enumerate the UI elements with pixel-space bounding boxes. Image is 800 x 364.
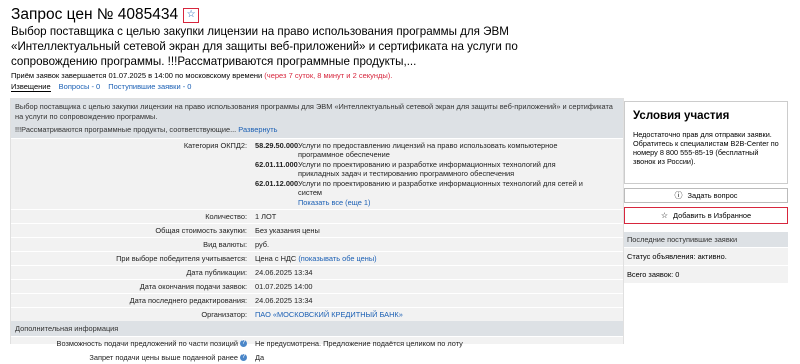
info-label: Дата окончания подачи заявок: — [139, 281, 247, 291]
ask-question-button[interactable]: ⓘ Задать вопрос — [624, 188, 788, 203]
okpd-label: Категория ОКПД2: — [183, 140, 247, 150]
info-row: Количество: 1 ЛОТ — [11, 208, 623, 223]
additional-value: Да — [255, 352, 265, 362]
ask-question-label: Задать вопрос — [687, 191, 738, 200]
info-row: Вид валюты: руб. — [11, 236, 623, 251]
additional-label: Возможность подачи предложений по части … — [56, 338, 238, 348]
title-row: Запрос цен № 4085434 ☆ — [11, 6, 200, 24]
deadline-remaining: (через 7 суток, 8 минут и 2 секунды). — [264, 71, 393, 80]
info-value: 1 ЛОТ — [255, 211, 277, 221]
side-panel: Условия участия Недостаточно прав для от… — [624, 101, 788, 283]
info-value: 01.07.2025 14:00 — [255, 281, 313, 291]
tab-questions[interactable]: Вопросы - 0 — [59, 82, 101, 92]
show-all-link[interactable]: Показать все (еще 1) — [298, 198, 370, 207]
additional-value: Не предусмотрена. Предложение подаётся ц… — [255, 338, 463, 348]
expand-link[interactable]: Развернуть — [238, 125, 277, 134]
conditions-title: Условия участия — [633, 110, 730, 122]
info-value: руб. — [255, 239, 270, 249]
info-row: Дата публикации: 24.06.2025 13:34 — [11, 264, 623, 279]
latest-bids-header: Последние поступившие заявки — [624, 232, 788, 247]
question-circle-icon: ⓘ — [674, 191, 683, 200]
okpd-code: 62.01.11.000 — [255, 159, 298, 169]
info-value: Без указания цены — [255, 225, 320, 235]
okpd-item: 62.01.12.000 Услуги по проектированию и … — [255, 179, 619, 197]
organizer-row: Организатор: ПАО «МОСКОВСКИЙ КРЕДИТНЫЙ Б… — [11, 306, 623, 321]
winner-row: При выборе победителя учитывается: Цена … — [11, 250, 623, 265]
add-to-favorites-button[interactable]: ☆ Добавить в Избранное — [624, 207, 788, 224]
okpd-text: Услуги по проектированию и разработке ин… — [298, 159, 556, 178]
info-label: Общая стоимость закупки: — [155, 225, 247, 235]
info-label: Дата последнего редактирования: — [129, 295, 247, 305]
info-row: Дата последнего редактирования: 24.06.20… — [11, 292, 623, 307]
tabs: Извещение Вопросы - 0 Поступившие заявки… — [11, 82, 191, 92]
notice-header-text2: !!!Рассматриваются программные продукты,… — [15, 125, 237, 134]
info-value: 24.06.2025 13:34 — [255, 295, 313, 305]
notice-header: Выбор поставщика с целью закупки лицензи… — [11, 99, 623, 138]
deadline-info: Приём заявок завершается 01.07.2025 в 14… — [11, 71, 392, 80]
okpd-item: 58.29.50.000 Услуги по предоставлению ли… — [255, 141, 619, 159]
organizer-link[interactable]: ПАО «МОСКОВСКИЙ КРЕДИТНЫЙ БАНК» — [255, 310, 403, 319]
status-text: Статус объявления: активно. — [624, 247, 788, 265]
okpd-code: 58.29.50.000 — [255, 140, 299, 150]
info-row: Общая стоимость закупки: Без указания це… — [11, 222, 623, 237]
conditions-text: Недостаточно прав для отправки заявки. О… — [633, 130, 779, 166]
latest-bids-section: Последние поступившие заявки Статус объя… — [624, 232, 788, 283]
request-description: Выбор поставщика с целью закупки лицензи… — [11, 25, 518, 68]
show-both-prices-link[interactable]: (показывать обе цены) — [298, 254, 376, 263]
okpd-code: 62.01.12.000 — [255, 178, 299, 188]
info-label: Вид валюты: — [203, 239, 247, 249]
notice-header-text: Выбор поставщика с целью закупки лицензи… — [15, 102, 613, 121]
winner-label: При выборе победителя учитывается: — [116, 253, 247, 263]
notice-panel: Выбор поставщика с целью закупки лицензи… — [10, 98, 624, 362]
tab-notice[interactable]: Извещение — [11, 82, 51, 92]
info-value: 24.06.2025 13:34 — [255, 267, 313, 277]
okpd-text: Услуги по проектированию и разработке ин… — [298, 178, 583, 197]
winner-value: Цена с НДС — [255, 253, 297, 263]
add-to-favorites-label: Добавить в Избранное — [673, 211, 752, 220]
additional-label: Запрет подачи цены выше поданной ранее — [89, 352, 238, 362]
okpd-text: Услуги по предоставлению лицензий на пра… — [298, 140, 558, 159]
help-icon[interactable]: ? — [240, 354, 247, 362]
info-label: Количество: — [205, 211, 247, 221]
deadline-text: Приём заявок завершается 01.07.2025 в 14… — [11, 71, 263, 80]
okpd-row: Категория ОКПД2: 58.29.50.000 Услуги по … — [11, 137, 623, 209]
info-label: Дата публикации: — [186, 267, 247, 277]
info-row: Дата окончания подачи заявок: 01.07.2025… — [11, 278, 623, 293]
favorite-star-icon[interactable]: ☆ — [183, 7, 200, 23]
help-icon[interactable]: ? — [240, 340, 247, 348]
organizer-label: Организатор: — [201, 309, 247, 319]
okpd-item: 62.01.11.000 Услуги по проектированию и … — [255, 160, 619, 178]
star-icon: ☆ — [660, 211, 668, 220]
total-bids-text: Всего заявок: 0 — [624, 265, 788, 283]
additional-row: Запрет подачи цены выше поданной ранее? … — [11, 349, 623, 364]
page-title: Запрос цен № 4085434 — [11, 6, 179, 23]
participation-conditions: Условия участия Недостаточно прав для от… — [624, 101, 788, 184]
additional-info-header: Дополнительная информация — [11, 320, 623, 336]
tab-received-bids[interactable]: Поступившие заявки - 0 — [108, 82, 191, 92]
